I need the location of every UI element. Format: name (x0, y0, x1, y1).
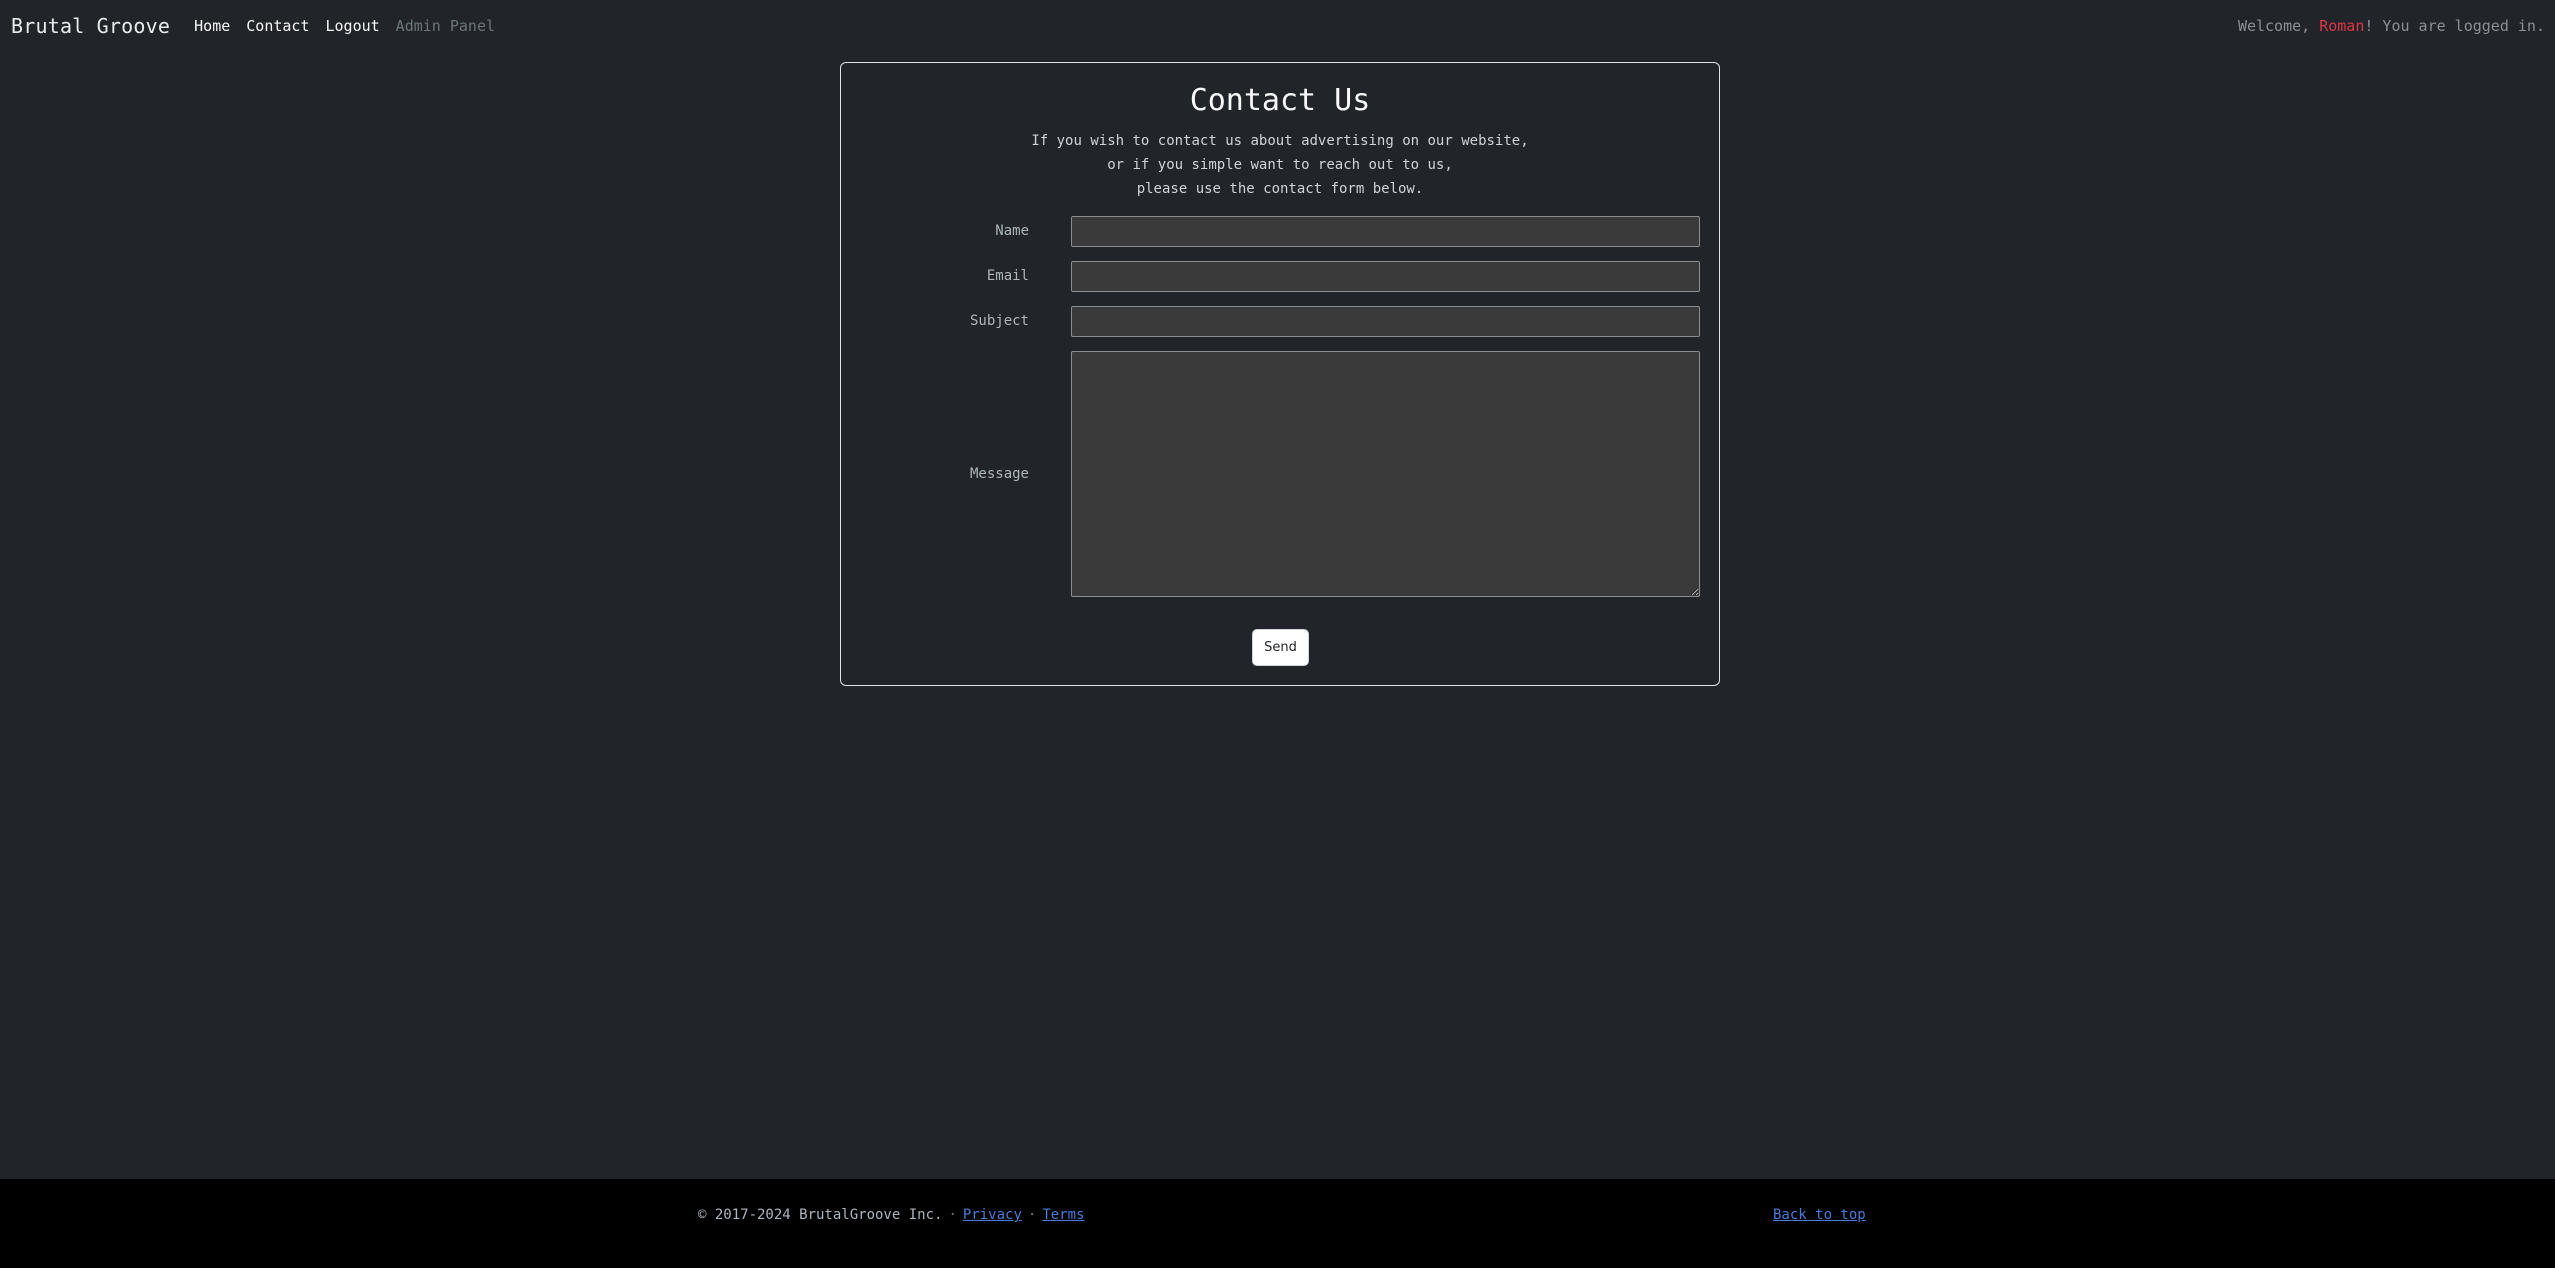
email-input[interactable] (1071, 261, 1700, 292)
footer-separator: · (1027, 1207, 1037, 1223)
nav-logout-link[interactable]: Logout (325, 17, 379, 35)
nav-contact-link[interactable]: Contact (246, 17, 309, 35)
intro-line: or if you simple want to reach out to us… (1107, 157, 1453, 173)
welcome-suffix: ! You are logged in. (2364, 17, 2545, 35)
brand-link[interactable]: Brutal Groove (11, 14, 170, 38)
nav-home-link[interactable]: Home (194, 17, 230, 35)
page-title: Contact Us (1189, 83, 1371, 118)
contact-card: Contact Us If you wish to contact us abo… (840, 62, 1720, 686)
message-textarea[interactable] (1071, 351, 1700, 597)
welcome-message: Welcome, Roman! You are logged in. (2238, 17, 2545, 35)
contact-intro: If you wish to contact us about advertis… (841, 129, 1719, 201)
footer-right: Back to top (1773, 1207, 1866, 1223)
send-button[interactable]: Send (1252, 629, 1309, 666)
name-label: Name (995, 223, 1029, 239)
nav-admin-panel-link[interactable]: Admin Panel (396, 17, 495, 35)
username: Roman (2319, 17, 2365, 35)
footer-left: © 2017-2024 BrutalGroove Inc. · Privacy · Te… (698, 1207, 1084, 1223)
terms-link[interactable]: Terms (1042, 1207, 1084, 1223)
page: Brutal Groove Home Contact Logout Admin … (0, 0, 2555, 1268)
privacy-link[interactable]: Privacy (963, 1207, 1022, 1223)
footer: © 2017-2024 BrutalGroove Inc. · Privacy · Te… (0, 1179, 2555, 1268)
welcome-prefix: Welcome, (2237, 17, 2320, 35)
back-to-top-link[interactable]: Back to top (1773, 1207, 1866, 1223)
intro-line: please use the contact form below. (1136, 181, 1424, 197)
footer-separator: · (948, 1207, 957, 1223)
subject-input[interactable] (1071, 306, 1700, 337)
subject-label: Subject (969, 313, 1029, 329)
copyright-text: © 2017-2024 BrutalGroove Inc. (698, 1207, 943, 1223)
navbar: Brutal Groove Home Contact Logout Admin … (0, 0, 2555, 52)
message-label: Message (969, 466, 1029, 482)
name-input[interactable] (1071, 216, 1700, 247)
intro-line: If you wish to contact us about advertis… (1031, 133, 1529, 149)
email-label: Email (986, 268, 1029, 284)
